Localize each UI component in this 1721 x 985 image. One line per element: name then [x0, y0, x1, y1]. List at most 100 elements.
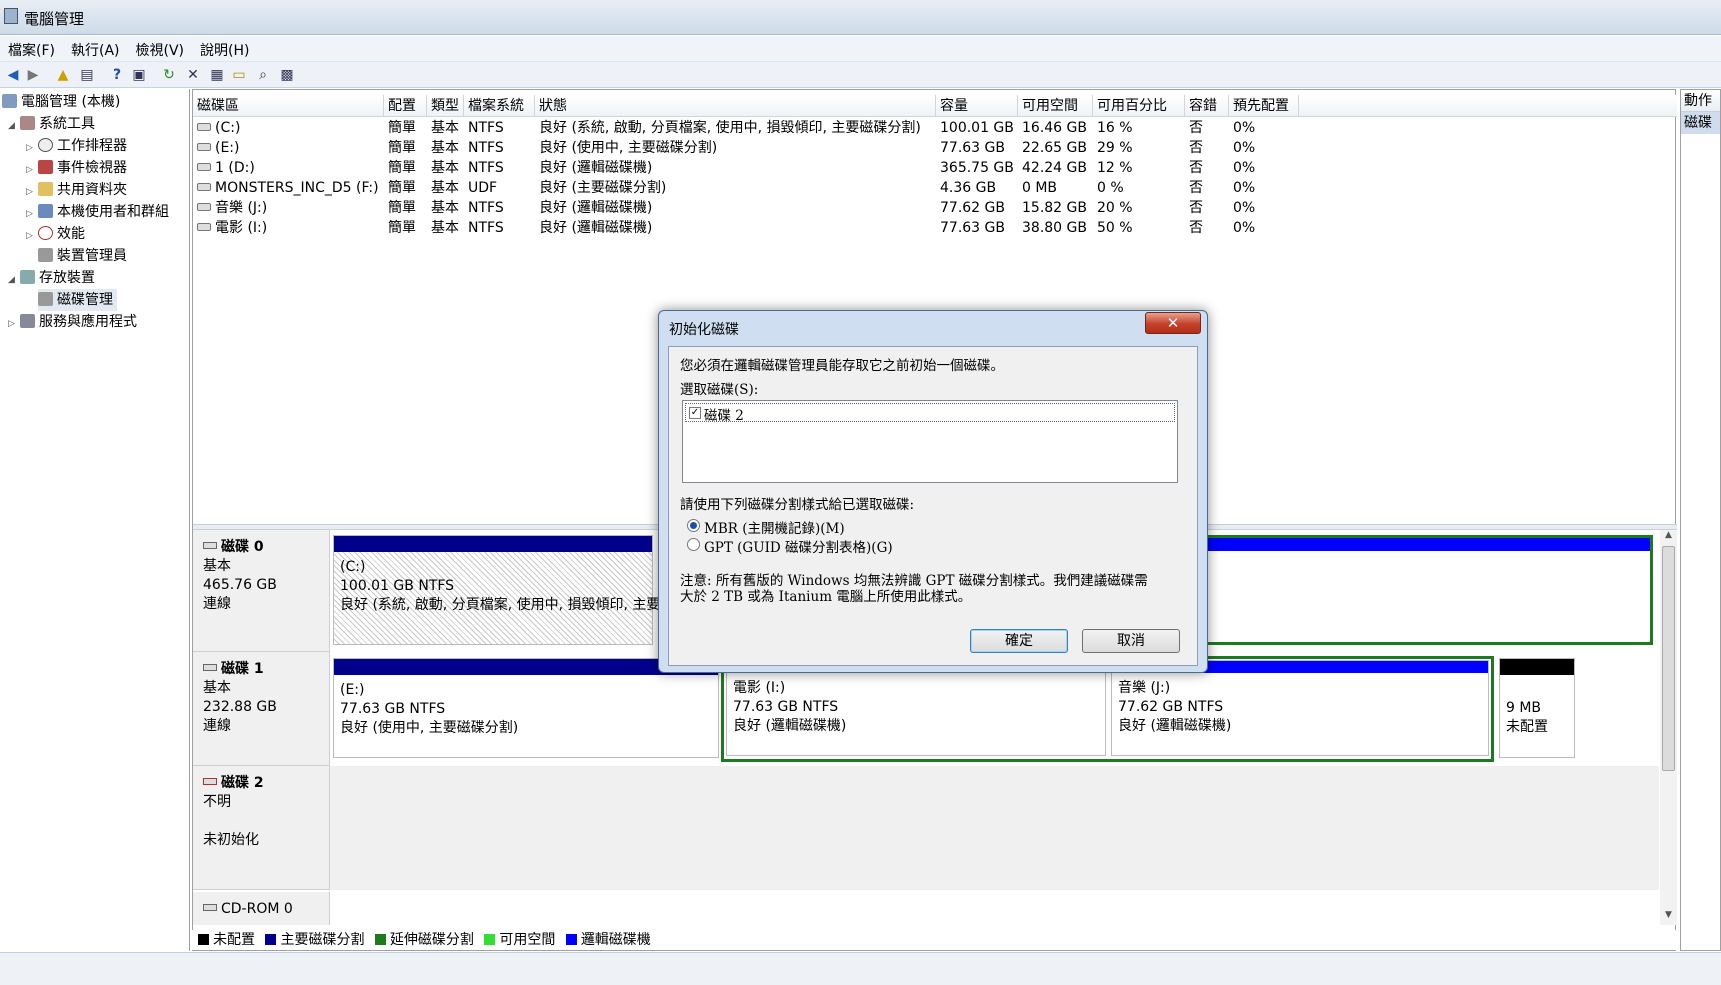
table-cell: 16.46 GB: [1022, 120, 1087, 136]
col-free-percent[interactable]: 可用百分比: [1093, 95, 1185, 117]
partition-j[interactable]: 音樂 (J:) 77.62 GB NTFS 良好 (邏輯磁碟機): [1111, 660, 1489, 756]
collapse-arrow-icon[interactable]: ◢: [8, 115, 20, 137]
col-volume[interactable]: 磁碟區: [193, 95, 384, 117]
up-icon[interactable]: ▲: [54, 66, 72, 84]
drive-icon: [197, 203, 211, 211]
search-icon[interactable]: ⌕: [254, 66, 272, 84]
expand-arrow-icon[interactable]: ▷: [26, 203, 38, 225]
properties2-icon[interactable]: ▦: [208, 66, 226, 84]
mbr-radio[interactable]: [687, 519, 700, 532]
volume-name-cell: (E:): [197, 138, 240, 158]
action-item-disk[interactable]: 磁碟: [1681, 112, 1720, 134]
tree-task-scheduler[interactable]: ▷ 工作排程器: [26, 135, 127, 157]
col-layout[interactable]: 配置: [384, 95, 427, 117]
table-row[interactable]: 1 (D:) 簡單 基本 NTFS 良好 (邏輯磁碟機) 365.75 GB 42.24 G…: [193, 158, 1673, 178]
col-free[interactable]: 可用空間: [1018, 95, 1093, 117]
expand-arrow-icon[interactable]: ▷: [26, 159, 38, 181]
tree-device-manager[interactable]: 裝置管理員: [38, 245, 127, 267]
disk-label[interactable]: 磁碟 1 基本 232.88 GB 連線: [193, 652, 330, 766]
close-icon[interactable]: ✕: [1145, 312, 1201, 334]
legend-swatch-free: [484, 934, 496, 945]
scroll-up-icon[interactable]: ▲: [1660, 530, 1677, 544]
delete-icon[interactable]: ✕: [184, 66, 202, 84]
table-row[interactable]: (E:) 簡單 基本 NTFS 良好 (使用中, 主要磁碟分割) 77.63 GB 22.6…: [193, 138, 1673, 158]
refresh-icon[interactable]: ↻: [160, 66, 178, 84]
unallocated-bar: [1500, 659, 1574, 675]
tree-system-tools[interactable]: ◢ 系統工具: [8, 113, 95, 135]
col-filesystem[interactable]: 檔案系統: [464, 95, 535, 117]
dialog-title: 初始化磁碟: [669, 322, 739, 338]
table-cell: 簡單: [388, 160, 416, 176]
disk-label[interactable]: CD-ROM 0: [193, 892, 330, 925]
drive-icon: [197, 143, 211, 151]
tree-shared-folders[interactable]: ▷ 共用資料夾: [26, 179, 127, 201]
expand-arrow-icon[interactable]: ▷: [26, 137, 38, 159]
disk-checkbox[interactable]: ✓: [689, 407, 701, 419]
table-cell: 良好 (使用中, 主要磁碟分割): [539, 140, 718, 156]
open-icon[interactable]: ▭: [230, 66, 248, 84]
export-icon[interactable]: ▩: [278, 66, 296, 84]
menu-action[interactable]: 執行(A): [63, 36, 128, 60]
tree-event-viewer[interactable]: ▷ 事件檢視器: [26, 157, 127, 179]
mbr-label[interactable]: MBR (主開機記錄)(M): [704, 517, 845, 537]
legend-swatch-unallocated: [198, 934, 209, 945]
partition-e[interactable]: (E:) 77.63 GB NTFS 良好 (使用中, 主要磁碟分割): [333, 658, 719, 758]
disk-select-list[interactable]: ✓ 磁碟 2: [682, 400, 1178, 483]
table-row[interactable]: MONSTERS_INC_D5 (F:) 簡單 基本 UDF 良好 (主要磁碟分割) 4.…: [193, 178, 1673, 198]
action-header: 動作: [1681, 90, 1720, 112]
tree-storage[interactable]: ◢ 存放裝置: [8, 267, 95, 289]
col-type[interactable]: 類型: [427, 95, 464, 117]
unallocated-space[interactable]: 9 MB 未配置: [1499, 658, 1575, 758]
expand-arrow-icon[interactable]: ▷: [26, 225, 38, 247]
col-capacity[interactable]: 容量: [936, 95, 1018, 117]
table-row[interactable]: (C:) 簡單 基本 NTFS 良好 (系統, 啟動, 分頁檔案, 使用中, 損毀傾印,…: [193, 118, 1673, 138]
clock-icon: [38, 138, 53, 152]
table-cell: NTFS: [468, 160, 504, 176]
tree-disk-management[interactable]: 磁碟管理: [38, 289, 117, 311]
drive-icon: [197, 223, 211, 231]
back-icon[interactable]: ◀: [4, 66, 22, 84]
col-status[interactable]: 狀態: [535, 95, 936, 117]
table-cell: 簡單: [388, 220, 416, 236]
menu-view[interactable]: 檢視(V): [128, 36, 193, 60]
scroll-down-icon[interactable]: ▼: [1660, 910, 1677, 924]
expand-arrow-icon[interactable]: ▷: [8, 313, 20, 335]
col-overhead[interactable]: 預先配置: [1229, 95, 1299, 117]
disk-item-label: 磁碟 2: [704, 408, 744, 424]
partition-i[interactable]: 電影 (I:) 77.63 GB NTFS 良好 (邏輯磁碟機): [726, 660, 1106, 756]
partition-style-label: 請使用下列磁碟分割樣式給已選取磁碟:: [680, 497, 915, 513]
tree-root[interactable]: 電腦管理 (本機): [2, 91, 120, 113]
gpt-radio[interactable]: [687, 538, 700, 551]
list-item[interactable]: ✓ 磁碟 2: [685, 403, 1175, 424]
table-row[interactable]: 音樂 (J:) 簡單 基本 NTFS 良好 (邏輯磁碟機) 77.62 GB 15.82 G…: [193, 198, 1673, 218]
volume-name-cell: 1 (D:): [197, 158, 255, 178]
tree-performance[interactable]: ▷ 效能: [26, 223, 85, 245]
scrollbar-thumb[interactable]: [1662, 546, 1675, 771]
col-fault-tolerance[interactable]: 容錯: [1185, 95, 1229, 117]
navigation-tree: 電腦管理 (本機) ◢ 系統工具 ▷ 工作排程器 ▷ 事件檢視器 ▷ 共用資料夾 ▷ 本機…: [0, 89, 190, 951]
disk-label[interactable]: 磁碟 2 不明 未初始化: [193, 766, 330, 890]
users-icon: [38, 204, 53, 218]
tree-local-users[interactable]: ▷ 本機使用者和群組: [26, 201, 169, 223]
forward-icon[interactable]: ▶: [24, 66, 42, 84]
status-bar: [0, 952, 1721, 985]
cancel-button[interactable]: 取消: [1082, 629, 1180, 653]
expand-arrow-icon[interactable]: ▷: [26, 181, 38, 203]
ok-button[interactable]: 確定: [970, 629, 1068, 653]
menu-file[interactable]: 檔案(F): [0, 36, 63, 60]
graphical-scrollbar[interactable]: ▲ ▼: [1660, 530, 1677, 925]
show-tree-icon[interactable]: ▤: [78, 66, 96, 84]
table-cell: 100.01 GB: [940, 120, 1014, 136]
help-icon[interactable]: ?: [108, 66, 126, 84]
gpt-label[interactable]: GPT (GUID 磁碟分割表格)(G): [704, 536, 893, 556]
partition-extended[interactable]: [1203, 535, 1653, 645]
table-row[interactable]: 電影 (I:) 簡單 基本 NTFS 良好 (邏輯磁碟機) 77.63 GB 38.80 G…: [193, 218, 1673, 238]
tree-services[interactable]: ▷ 服務與應用程式: [8, 311, 137, 333]
dialog-message: 您必須在邏輯磁碟管理員能存取它之前初始一個磁碟。: [680, 358, 1004, 374]
collapse-arrow-icon[interactable]: ◢: [8, 269, 20, 291]
properties-icon[interactable]: ▣: [130, 66, 148, 84]
partition-c[interactable]: (C:) 100.01 GB NTFS 良好 (系統, 啟動, 分頁檔案, 使用…: [333, 535, 660, 645]
menu-help[interactable]: 說明(H): [192, 36, 257, 60]
table-cell: 否: [1189, 220, 1203, 236]
disk-label[interactable]: 磁碟 0 基本 465.76 GB 連線: [193, 530, 330, 652]
